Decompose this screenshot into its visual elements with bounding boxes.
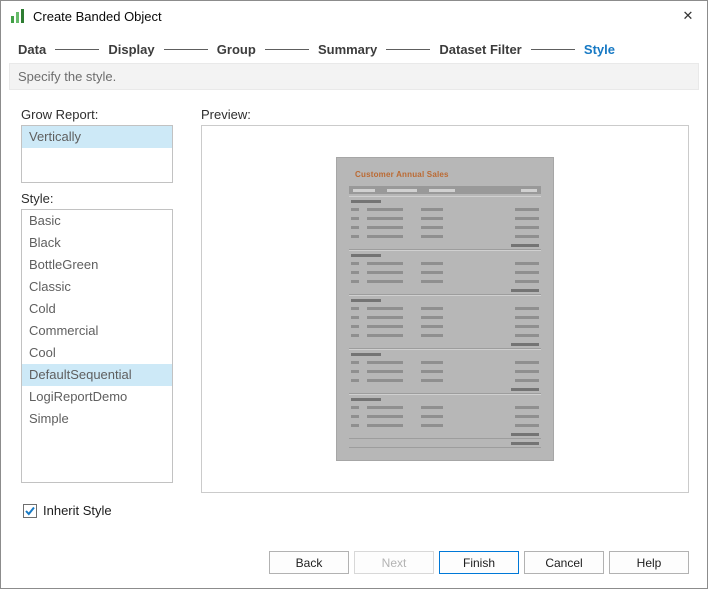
style-option-basic[interactable]: Basic [22,210,172,232]
preview-row [349,439,541,448]
preview-row [349,277,541,286]
style-option-defaultsequential[interactable]: DefaultSequential [22,364,172,386]
preview-row [349,295,541,304]
preview-row [349,259,541,268]
step-connector [386,48,431,50]
grow-report-option-vertically[interactable]: Vertically [22,126,172,148]
banded-object-icon [10,8,26,24]
preview-row [349,322,541,331]
window-title: Create Banded Object [33,8,162,24]
step-dataset-filter[interactable]: Dataset Filter [439,42,521,57]
step-group[interactable]: Group [217,42,256,57]
preview-row [349,241,541,250]
style-option-commercial[interactable]: Commercial [22,320,172,342]
next-button: Next [354,551,434,574]
preview-row [349,376,541,385]
help-button[interactable]: Help [609,551,689,574]
title-bar: Create Banded Object ✕ [1,1,707,31]
inherit-style-checkbox[interactable]: Inherit Style [23,503,112,518]
preview-row [349,214,541,223]
style-option-simple[interactable]: Simple [22,408,172,430]
preview-row [349,385,541,394]
style-option-classic[interactable]: Classic [22,276,172,298]
grow-report-label: Grow Report: [21,107,99,122]
style-label: Style: [21,191,54,206]
preview-row [349,421,541,430]
preview-rows [349,196,541,448]
step-summary[interactable]: Summary [318,42,377,57]
step-connector [55,48,100,50]
cancel-button[interactable]: Cancel [524,551,604,574]
content-panel: Grow Report: Vertically Style: Basic Bla… [9,91,699,536]
report-preview-thumbnail: Customer Annual Sales [337,158,553,460]
preview-row [349,286,541,295]
finish-button[interactable]: Finish [439,551,519,574]
preview-row [349,358,541,367]
step-style[interactable]: Style [584,42,615,57]
preview-row [349,205,541,214]
style-option-cool[interactable]: Cool [22,342,172,364]
preview-report-title: Customer Annual Sales [355,170,449,179]
preview-row [349,223,541,232]
preview-row [349,394,541,403]
preview-label: Preview: [201,107,251,122]
preview-row [349,331,541,340]
preview-row [349,196,541,205]
preview-row [349,250,541,259]
preview-area: Customer Annual Sales [201,125,689,493]
step-connector [530,48,575,50]
step-connector [264,48,309,50]
back-button[interactable]: Back [269,551,349,574]
preview-row [349,412,541,421]
preview-row [349,403,541,412]
step-connector [163,48,208,50]
step-display[interactable]: Display [108,42,154,57]
dialog-button-row: Back Next Finish Cancel Help [269,551,689,574]
preview-row [349,232,541,241]
close-icon[interactable]: ✕ [669,1,707,31]
style-list[interactable]: Basic Black BottleGreen Classic Cold Com… [21,209,173,483]
style-option-cold[interactable]: Cold [22,298,172,320]
style-option-bottlegreen[interactable]: BottleGreen [22,254,172,276]
preview-row [349,430,541,439]
preview-row [349,313,541,322]
style-option-logireportdemo[interactable]: LogiReportDemo [22,386,172,408]
preview-row [349,340,541,349]
preview-table-header [349,186,541,194]
wizard-subtitle: Specify the style. [9,63,699,90]
inherit-style-label: Inherit Style [43,503,112,518]
style-option-black[interactable]: Black [22,232,172,254]
preview-row [349,367,541,376]
checkbox-check-icon [23,503,37,518]
grow-report-list[interactable]: Vertically [21,125,173,183]
preview-row [349,268,541,277]
preview-row [349,349,541,358]
wizard-step-bar: Data Display Group Summary Dataset Filte… [1,38,707,60]
step-data[interactable]: Data [18,42,46,57]
preview-row [349,304,541,313]
